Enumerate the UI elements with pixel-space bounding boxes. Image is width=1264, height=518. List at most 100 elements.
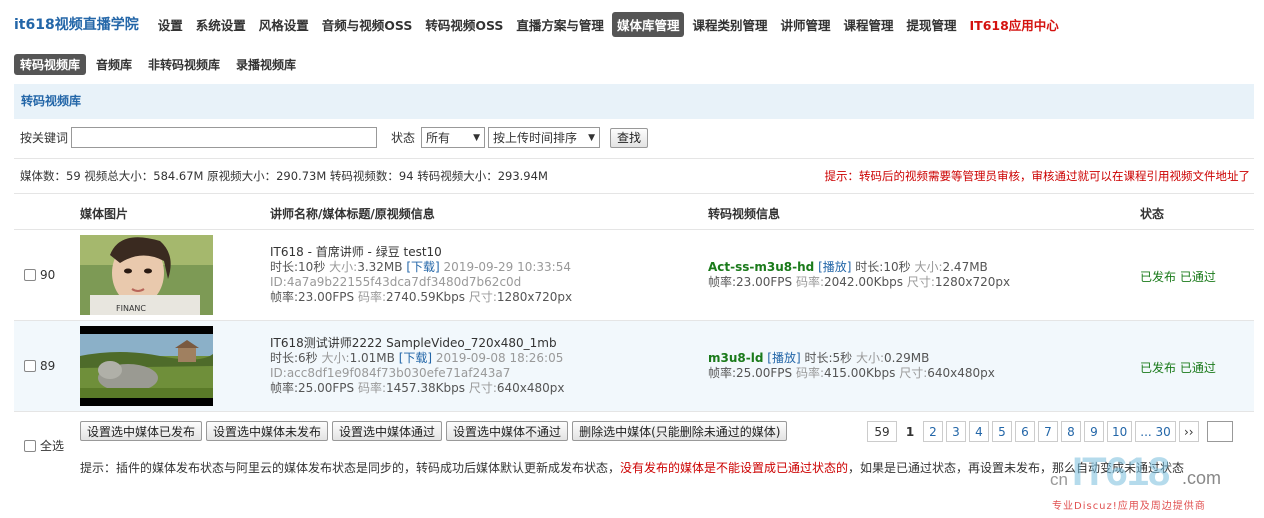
duration-value: 10秒 (883, 260, 911, 274)
size-label: 大小: (329, 260, 358, 274)
duration-label: 时长: (270, 260, 299, 274)
transcode-info: Act-ss-m3u8-hd [播放] 时长:10秒 大小:2.47MB 帧率:… (708, 260, 1010, 290)
bitrate-label: 码率: (357, 290, 387, 304)
row-id: 90 (40, 268, 56, 282)
fps-label: 帧率: (270, 381, 299, 395)
fps-label: 帧率: (708, 275, 737, 289)
bitrate-label: 码率: (357, 381, 387, 395)
nav-system-settings[interactable]: 系统设置 (191, 12, 251, 37)
total-count: 59 (867, 421, 897, 442)
page-link[interactable]: 4 (969, 421, 989, 442)
tab-non-transcode-library[interactable]: 非转码视频库 (142, 54, 226, 75)
pagination: 59 1 2 3 4 5 6 7 8 9 10 ... 30 ›› (867, 421, 1233, 442)
fps-label: 帧率: (270, 290, 299, 304)
upload-date: 2019-09-29 10:33:54 (443, 260, 571, 274)
download-link[interactable]: [下载] (399, 351, 432, 365)
row-checkbox[interactable] (24, 360, 36, 372)
tab-audio-library[interactable]: 音频库 (90, 54, 138, 75)
page-link[interactable]: 9 (1084, 421, 1104, 442)
tab-recorded-library[interactable]: 录播视频库 (230, 54, 302, 75)
dimension-value: 1280x720px (496, 290, 573, 304)
page-link[interactable]: 10 (1107, 421, 1133, 442)
watermark-logo: cn IT618 .com 专业Discuz!应用及周边提供商 (1046, 448, 1256, 514)
watermark-brand: IT618 (1072, 450, 1170, 494)
select-all-label: 全选 (40, 439, 65, 453)
sort-select[interactable]: 按上传时间排序 ▼ (488, 127, 601, 148)
play-link[interactable]: [播放] (767, 351, 800, 365)
nav-course-category[interactable]: 课程类别管理 (687, 12, 772, 37)
bulk-actions: 设置选中媒体已发布 设置选中媒体未发布 设置选中媒体通过 设置选中媒体不通过 删… (80, 421, 788, 441)
upload-date: 2019-09-08 18:26:05 (435, 351, 564, 365)
keyword-input[interactable] (71, 127, 378, 148)
nav-settings[interactable]: 设置 (153, 12, 188, 37)
nav-transcode-oss[interactable]: 转码视频OSS (420, 12, 508, 37)
select-all-checkbox[interactable] (24, 439, 36, 452)
nav-audio-video-oss[interactable]: 音频与视频OSS (317, 12, 418, 37)
size-label: 大小: (855, 351, 885, 365)
bitrate-label: 码率: (795, 366, 825, 380)
download-link[interactable]: [下载] (406, 260, 439, 274)
size-value: 0.29MB (884, 351, 930, 365)
set-published-button[interactable]: 设置选中媒体已发布 (80, 421, 203, 441)
search-button[interactable]: 查找 (610, 127, 649, 148)
play-link[interactable]: [播放] (818, 260, 851, 274)
table-row: 89 IT618测试讲师2222 SampleVideo_720x480_1mb… (14, 321, 1254, 412)
dimension-value: 1280x720px (934, 275, 1011, 289)
size-label: 大小: (321, 351, 350, 365)
nav-teacher-management[interactable]: 讲师管理 (775, 12, 835, 37)
select-all[interactable]: 全选 (24, 437, 64, 454)
page-link[interactable]: 6 (1015, 421, 1035, 442)
table-row: 90 FINANC IT618 - 首席讲师 - 绿豆 test10 时长:10… (14, 230, 1254, 321)
transcode-name: Act-ss-m3u8-hd (708, 260, 815, 274)
status-select[interactable]: 所有 ▼ (421, 127, 486, 148)
page-jump-input[interactable] (1206, 421, 1233, 442)
brand-title[interactable]: it618视频直播学院 (14, 14, 139, 34)
dimension-label: 尺寸: (899, 366, 928, 380)
sub-nav: 转码视频库 音频库 非转码视频库 录播视频库 (14, 54, 306, 75)
page-link[interactable]: 7 (1038, 421, 1058, 442)
fps-value: 25.00FPS (298, 381, 355, 395)
dimension-label: 尺寸: (468, 290, 497, 304)
nav-app-center[interactable]: IT618应用中心 (965, 12, 1064, 37)
nav-course-management[interactable]: 课程管理 (838, 12, 898, 37)
set-approved-button[interactable]: 设置选中媒体通过 (332, 421, 443, 441)
delete-selected-button[interactable]: 删除选中媒体(只能删除未通过的媒体) (572, 421, 788, 441)
column-header-info: 讲师名称/媒体标题/原视频信息 (270, 207, 435, 221)
nav-media-library[interactable]: 媒体库管理 (611, 11, 685, 37)
status-badge: 已发布 已通过 (1140, 361, 1216, 375)
tip-part1: 提示：插件的媒体发布状态与阿里云的媒体发布状态是同步的，转码成功后媒体默认更新成… (80, 461, 621, 475)
status-select-value: 所有 (426, 131, 451, 145)
set-unpublished-button[interactable]: 设置选中媒体未发布 (206, 421, 329, 441)
bulk-action-bar: 全选 设置选中媒体已发布 设置选中媒体未发布 设置选中媒体通过 设置选中媒体不通… (14, 412, 1254, 454)
set-rejected-button[interactable]: 设置选中媒体不通过 (446, 421, 569, 441)
column-header-image: 媒体图片 (80, 207, 129, 221)
bottom-tip: 提示：插件的媒体发布状态与阿里云的媒体发布状态是同步的，转码成功后媒体默认更新成… (80, 459, 1184, 476)
tab-transcode-library[interactable]: 转码视频库 (14, 54, 87, 75)
sort-select-value: 按上传时间排序 (493, 131, 578, 145)
dimension-label: 尺寸: (468, 381, 497, 395)
nav-style-settings[interactable]: 风格设置 (254, 12, 314, 37)
nav-withdraw-management[interactable]: 提现管理 (902, 12, 962, 37)
bitrate-value: 415.00Kbps (824, 366, 896, 380)
media-id: ID:4a7a9b22155f43dca7df3480d7b62c0d (270, 275, 522, 289)
top-nav: it618视频直播学院 设置 系统设置 风格设置 音频与视频OSS 转码视频OS… (0, 0, 1264, 48)
media-thumbnail (80, 326, 213, 406)
page-link[interactable]: 3 (946, 421, 966, 442)
row-select[interactable]: 89 (24, 359, 55, 373)
section-title: 转码视频库 (14, 84, 1254, 119)
page-link-last[interactable]: ... 30 (1135, 421, 1176, 442)
duration-label: 时长: (855, 260, 884, 274)
size-value: 2.47MB (942, 260, 988, 274)
media-stats: 媒体数：59 视频总大小：584.67M 原视频大小：290.73M 转码视频数… (20, 169, 548, 183)
row-checkbox[interactable] (24, 269, 36, 281)
page-link[interactable]: 8 (1061, 421, 1081, 442)
page-link[interactable]: 5 (992, 421, 1012, 442)
nav-live-management[interactable]: 直播方案与管理 (511, 12, 609, 37)
duration-label: 时长: (804, 351, 833, 365)
page-link[interactable]: 2 (923, 421, 943, 442)
duration-label: 时长: (270, 351, 299, 365)
transcode-info: m3u8-ld [播放] 时长:5秒 大小:0.29MB 帧率:25.00FPS… (708, 351, 995, 381)
next-page-button[interactable]: ›› (1178, 421, 1199, 442)
divider (14, 158, 1254, 159)
row-select[interactable]: 90 (24, 268, 55, 282)
